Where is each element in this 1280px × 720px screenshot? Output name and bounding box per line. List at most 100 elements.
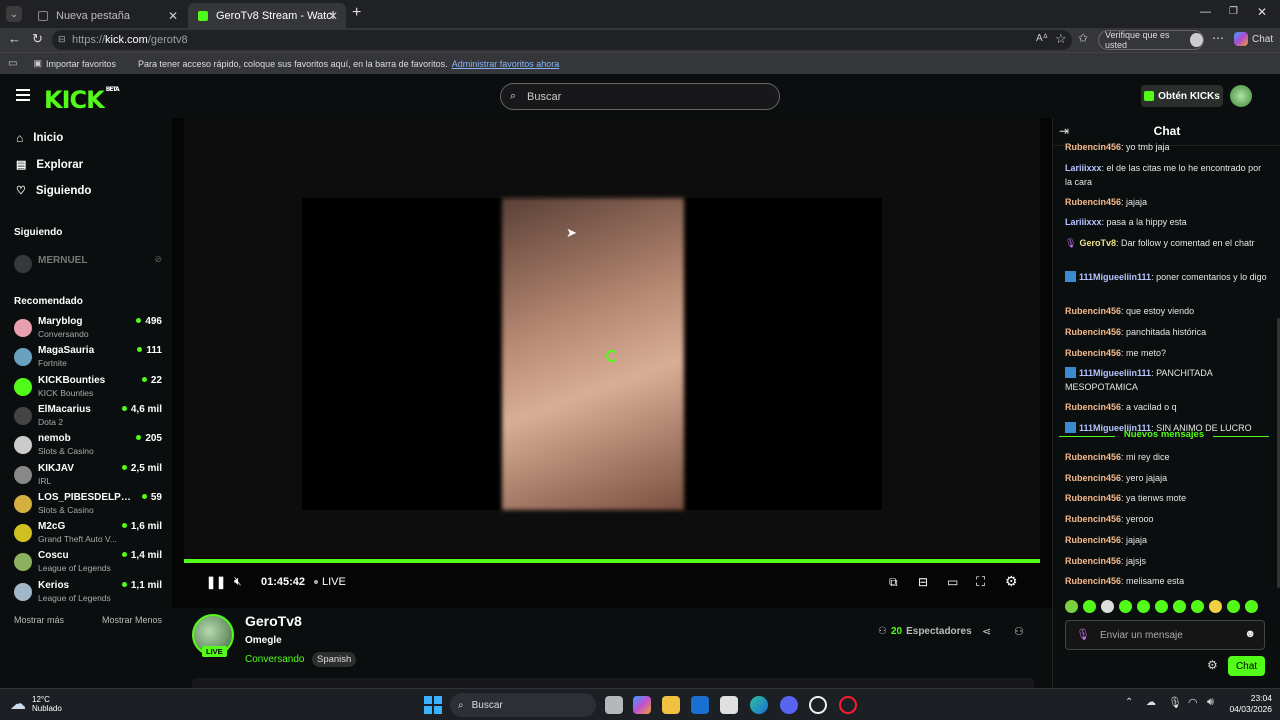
copilot-button[interactable]: Chat <box>1234 32 1273 46</box>
emote-icon[interactable] <box>1227 600 1240 613</box>
sidebar-channel[interactable]: KICKBounties KICK Bounties 22 <box>14 375 162 401</box>
start-icon[interactable] <box>424 696 442 714</box>
sidebar-channel[interactable]: KIKJAV IRL 2,5 mil <box>14 463 162 489</box>
sidebar-channel[interactable]: nemob Slots & Casino 205 <box>14 433 162 459</box>
chat-username[interactable]: Rubencin456 <box>1065 306 1121 316</box>
close-tab-icon[interactable]: ✕ <box>168 9 178 23</box>
following-channel[interactable]: MERNUEL ⊘ <box>14 252 162 278</box>
emote-icon[interactable] <box>1119 600 1132 613</box>
chat-username[interactable]: 111Migueeliin111 <box>1079 272 1151 282</box>
emoji-icon[interactable]: ☻ <box>1244 628 1256 640</box>
chat-username[interactable]: Rubencin456 <box>1065 535 1121 545</box>
sidebar-channel[interactable]: ElMacarius Dota 2 4,6 mil <box>14 404 162 430</box>
send-chat-button[interactable]: Chat <box>1228 656 1265 676</box>
emote-icon[interactable] <box>1155 600 1168 613</box>
favorites-icon[interactable]: ✩ <box>1078 31 1088 45</box>
weather-widget[interactable]: ☁ 12°C Nublado <box>10 694 62 714</box>
close-window-icon[interactable]: ✕ <box>1257 5 1267 19</box>
emote-icon[interactable] <box>1101 600 1114 613</box>
tab-new-tab[interactable]: Nueva pestaña ✕ <box>28 3 186 28</box>
chat-username[interactable]: Rubencin456 <box>1065 514 1121 524</box>
taskbar-search[interactable]: ⌕ Buscar <box>450 693 596 717</box>
follow-icon[interactable]: ⚇ <box>1014 625 1024 638</box>
chat-username[interactable]: Rubencin456 <box>1065 473 1121 483</box>
discord-icon[interactable] <box>780 696 798 714</box>
chat-username[interactable]: Rubencin456 <box>1065 197 1121 207</box>
chat-username[interactable]: Rubencin456 <box>1065 493 1121 503</box>
nav-following[interactable]: ♡ Siguiendo <box>16 184 91 198</box>
nav-explore[interactable]: ▤ Explorar <box>16 158 83 172</box>
wifi-icon[interactable]: ◠ <box>1188 696 1198 709</box>
nav-home[interactable]: ⌂ Inicio <box>16 131 63 145</box>
sidebar-channel[interactable]: Coscu League of Legends 1,4 mil <box>14 550 162 576</box>
file-explorer-icon[interactable] <box>662 696 680 714</box>
tray-chevron-icon[interactable]: ⌃ <box>1125 697 1133 708</box>
chat-username[interactable]: Rubencin456 <box>1065 556 1121 566</box>
mute-icon[interactable]: 🔇︎ <box>234 574 242 589</box>
import-favorites[interactable]: ▣ Importar favoritos <box>33 58 116 69</box>
emote-icon[interactable] <box>1245 600 1258 613</box>
manage-favorites-link[interactable]: Administrar favoritos ahora <box>452 59 560 69</box>
more-options-icon[interactable]: ⋯ <box>1212 31 1224 45</box>
chat-username[interactable]: GeroTv8 <box>1079 238 1116 248</box>
clip-icon[interactable]: ⊟ <box>918 575 928 589</box>
tab-kick-stream[interactable]: GeroTv8 Stream - Watch Live on K ✕ <box>188 3 346 28</box>
task-view-icon[interactable] <box>605 696 623 714</box>
fullscreen-icon[interactable]: ⛶ <box>976 574 985 590</box>
stream-category[interactable]: Conversando <box>245 654 304 665</box>
chat-username[interactable]: Rubencin456 <box>1065 402 1121 412</box>
url-field[interactable]: ⊟ https://kick.com/gerotv8 <box>52 30 1072 50</box>
language-tag[interactable]: Spanish <box>312 652 357 667</box>
collections-icon[interactable]: ▭ <box>8 58 17 69</box>
close-tab-icon[interactable]: ✕ <box>328 9 338 23</box>
emote-icon[interactable] <box>1209 600 1222 613</box>
share-icon[interactable]: ⋖ <box>982 625 991 638</box>
show-less-button[interactable]: Mostrar Menos <box>102 615 162 625</box>
kick-logo[interactable]: KICK BETA <box>44 86 120 114</box>
network-icon[interactable]: ☁ <box>1146 697 1156 708</box>
sidebar-channel[interactable]: M2cG Grand Theft Auto V... 1,6 mil <box>14 521 162 547</box>
pause-icon[interactable]: ❚❚ <box>206 575 226 589</box>
chat-settings-icon[interactable]: ⚙ <box>1207 658 1218 672</box>
chat-username[interactable]: Rubencin456 <box>1065 142 1121 152</box>
chat-username[interactable]: Lariiixxx <box>1065 217 1102 227</box>
opera-gx-icon[interactable] <box>809 696 827 714</box>
chat-username[interactable]: Lariiixxx <box>1065 163 1102 173</box>
sidebar-channel[interactable]: Maryblog Conversando 496 <box>14 316 162 342</box>
show-more-button[interactable]: Mostrar más <box>14 615 64 625</box>
new-tab-button[interactable]: + <box>352 4 361 22</box>
sidebar-channel[interactable]: Kerios League of Legends 1,1 mil <box>14 580 162 606</box>
edge-icon[interactable] <box>750 696 768 714</box>
refresh-icon[interactable]: ↻ <box>32 31 43 47</box>
volume-icon[interactable]: 🔊︎ <box>1207 696 1214 709</box>
chat-username[interactable]: Rubencin456 <box>1065 452 1121 462</box>
chat-username[interactable]: Rubencin456 <box>1065 348 1121 358</box>
pip-icon[interactable]: ⧉ <box>889 575 898 590</box>
search-input[interactable]: ⌕ Buscar <box>500 83 780 110</box>
site-info-icon[interactable]: ⊟ <box>58 34 66 45</box>
read-aloud-icon[interactable]: Aᐞ <box>1036 33 1048 44</box>
chat-input[interactable]: 🎙︎ Enviar un mensaje ☻ <box>1065 620 1265 650</box>
copilot-app-icon[interactable] <box>633 696 651 714</box>
menu-icon[interactable] <box>16 89 30 101</box>
settings-icon[interactable]: ⚙ <box>1005 573 1018 590</box>
tab-actions-icon[interactable]: ⌄ <box>6 6 22 22</box>
chat-username[interactable]: 111Migueeliin111 <box>1079 368 1151 378</box>
user-avatar[interactable] <box>1230 85 1252 107</box>
maximize-icon[interactable]: ❐ <box>1229 6 1238 17</box>
chat-username[interactable]: Rubencin456 <box>1065 327 1121 337</box>
outlook-icon[interactable] <box>691 696 709 714</box>
back-icon[interactable]: ← <box>8 31 21 46</box>
verify-button[interactable]: Verifique que es usted <box>1098 30 1204 50</box>
theater-mode-icon[interactable]: ▭ <box>947 575 958 589</box>
video-player[interactable]: ➤ <box>172 118 1052 608</box>
video-progress-bar[interactable] <box>184 559 1040 563</box>
emote-icon[interactable] <box>1173 600 1186 613</box>
sidebar-channel[interactable]: LOS_PIBESDELPEN... Slots & Casino 59 <box>14 492 162 518</box>
chat-username[interactable]: Rubencin456 <box>1065 576 1121 586</box>
store-icon[interactable] <box>720 696 738 714</box>
streamer-name[interactable]: GeroTv8 <box>245 613 302 629</box>
favorite-star-icon[interactable]: ☆ <box>1055 31 1067 47</box>
minimize-icon[interactable]: — <box>1200 6 1211 18</box>
get-kicks-button[interactable]: Obtén KICKs <box>1141 85 1223 107</box>
